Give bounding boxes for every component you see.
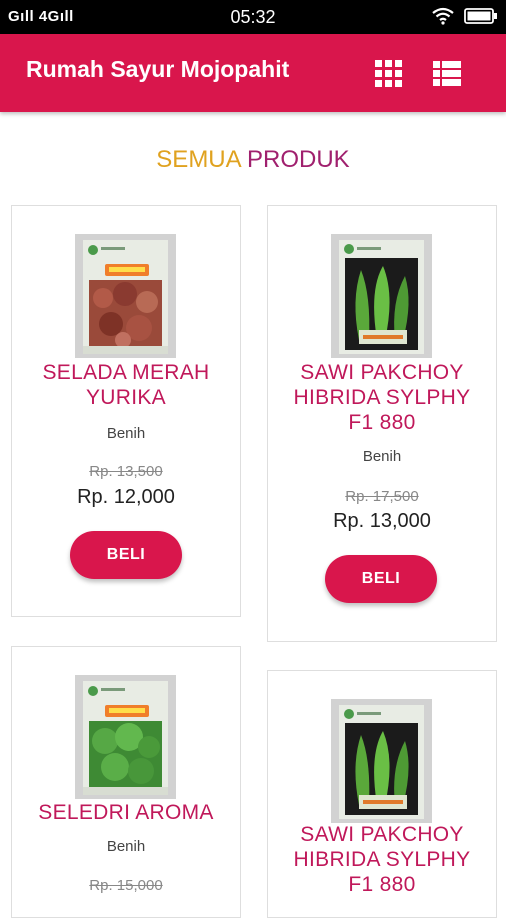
clock: 05:32 (230, 7, 276, 27)
buy-button[interactable]: BELI (325, 555, 437, 603)
product-category: Benih (106, 838, 146, 855)
battery-icon (464, 8, 497, 24)
product-image (331, 234, 432, 358)
product-price: Rp. 13,000 (333, 510, 431, 532)
product-name-line: F1 880 (348, 411, 416, 434)
product-card[interactable]: SELADA MERAH YURIKA Benih Rp. 13,500 Rp.… (11, 205, 241, 617)
grid-view-button[interactable] (372, 56, 406, 90)
product-image (75, 675, 176, 799)
product-image (331, 699, 432, 823)
app-title: Rumah Sayur Mojopahit (26, 56, 290, 82)
product-card[interactable]: SAWI PAKCHOY HIBRIDA SYLPHY F1 880 Benih… (267, 205, 497, 642)
product-old-price: Rp. 13,500 (89, 463, 163, 480)
list-view-icon (433, 61, 461, 86)
product-name-line: SELADA MERAH (42, 361, 210, 384)
grid-view-icon (375, 60, 402, 87)
status-icons (432, 7, 498, 25)
product-category: Benih (106, 425, 146, 442)
product-card[interactable]: SAWI PAKCHOY HIBRIDA SYLPHY F1 880 (267, 670, 497, 918)
product-category: Benih (362, 448, 402, 465)
product-name-line: HIBRIDA SYLPHY (293, 386, 471, 409)
status-bar: Gıll 4Gıll 05:32 (0, 0, 506, 34)
app-bar: Rumah Sayur Mojopahit (0, 34, 506, 112)
wifi-icon (432, 7, 454, 25)
product-card[interactable]: SELEDRI AROMA Benih Rp. 15,000 (11, 646, 241, 918)
product-name-line: SELEDRI AROMA (38, 801, 214, 824)
product-name-line: YURIKA (86, 386, 166, 409)
product-name-line: SAWI PAKCHOY (300, 361, 464, 384)
section-title: SEMUA PRODUK (0, 146, 506, 174)
red-lettuce-packet-image (83, 240, 168, 354)
celery-packet-image (83, 681, 168, 795)
product-price: Rp. 12,000 (77, 486, 175, 508)
pakchoy-packet-image (339, 240, 424, 354)
product-name-line: SAWI PAKCHOY (300, 823, 464, 846)
product-old-price: Rp. 17,500 (345, 488, 419, 505)
section-title-part1: SEMUA (156, 146, 241, 173)
product-name-line: HIBRIDA SYLPHY (293, 848, 471, 871)
product-old-price: Rp. 15,000 (89, 877, 163, 894)
product-image (75, 234, 176, 358)
list-view-button[interactable] (430, 56, 464, 90)
pakchoy-packet-image (339, 705, 424, 819)
product-name-line: F1 880 (348, 873, 416, 896)
buy-button[interactable]: BELI (70, 531, 182, 579)
section-title-part2: PRODUK (247, 146, 350, 173)
